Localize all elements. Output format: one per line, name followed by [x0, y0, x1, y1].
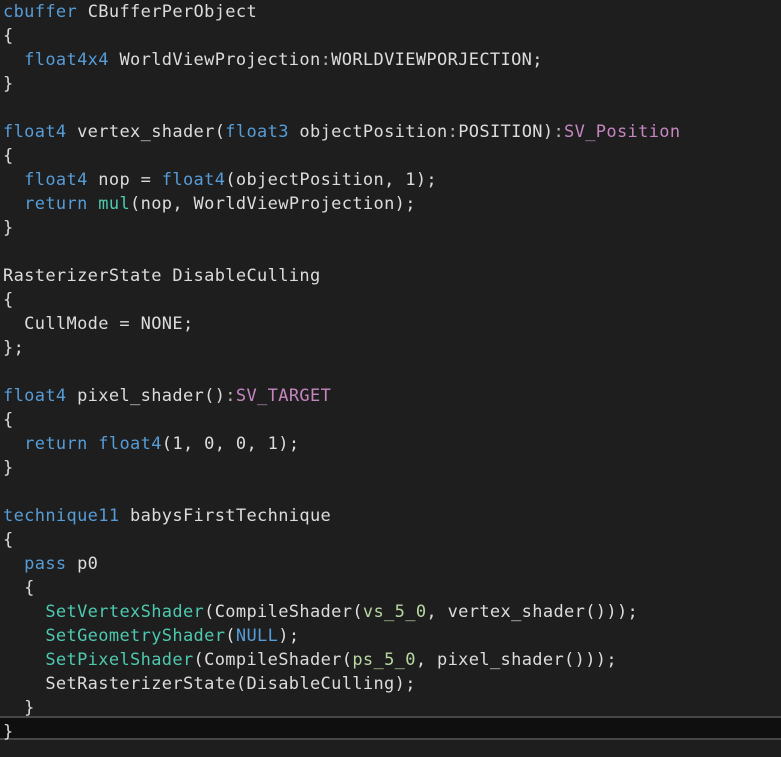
code-line[interactable]: { — [3, 528, 14, 552]
code-token: } — [3, 458, 14, 478]
code-line[interactable]: { — [3, 144, 14, 168]
code-line[interactable]: { — [3, 288, 14, 312]
code-line[interactable]: } — [3, 456, 14, 480]
code-token: }; — [3, 338, 25, 358]
code-token: float4 — [161, 170, 226, 190]
code-token: SetVertexShader — [45, 602, 205, 622]
code-editor[interactable]: cbuffer CBufferPerObject{ float4x4 World… — [0, 0, 781, 757]
code-token: , pixel_shader())); — [415, 650, 617, 670]
code-line[interactable]: float4 pixel_shader():SV_TARGET — [3, 384, 331, 408]
code-token: pass — [24, 554, 67, 574]
code-line[interactable]: SetGeometryShader(NULL); — [3, 624, 299, 648]
code-token: mul — [98, 194, 131, 214]
code-token: SV_TARGET — [235, 386, 332, 406]
code-line[interactable]: technique11 babysFirstTechnique — [3, 504, 331, 528]
code-line[interactable]: }; — [3, 336, 24, 360]
code-token: { — [3, 26, 14, 46]
code-token: objectPosition — [288, 122, 448, 142]
code-token: } — [3, 218, 14, 238]
code-token: float4 — [98, 434, 162, 454]
code-token: technique11 — [3, 506, 120, 526]
code-line[interactable]: SetRasterizerState(DisableCulling); — [3, 672, 416, 696]
code-token: float3 — [225, 122, 289, 142]
code-line[interactable]: RasterizerState DisableCulling — [3, 264, 321, 288]
code-token: (nop, WorldViewProjection); — [130, 194, 416, 214]
current-line-highlight — [0, 716, 781, 740]
code-token: (CompileShader( — [204, 602, 363, 622]
code-token: , vertex_shader())); — [426, 602, 639, 622]
code-token: pixel_shader() — [66, 386, 226, 406]
code-token: : — [553, 122, 565, 142]
code-line[interactable]: { — [3, 576, 35, 600]
code-token: { — [3, 290, 14, 310]
code-line[interactable]: } — [3, 696, 35, 720]
code-token: nop = — [87, 170, 162, 190]
code-token: } — [3, 698, 35, 718]
code-line[interactable]: SetPixelShader(CompileShader(ps_5_0, pix… — [3, 648, 617, 672]
code-token: WORLDVIEWPORJECTION; — [331, 50, 543, 70]
code-line[interactable]: SetVertexShader(CompileShader(vs_5_0, ve… — [3, 600, 638, 624]
code-token: p0 — [66, 554, 99, 574]
code-token: NULL — [235, 626, 279, 646]
code-token: CullMode = NONE; — [3, 314, 194, 334]
code-token: SetGeometryShader — [45, 626, 226, 646]
code-token: (CompileShader( — [193, 650, 353, 670]
code-token: babysFirstTechnique — [119, 506, 332, 526]
code-token: float4 — [3, 122, 67, 142]
code-token: (1, 0, 0, 1); — [161, 434, 300, 454]
code-token: { — [3, 578, 35, 598]
code-token: return — [24, 434, 88, 454]
code-line[interactable]: cbuffer CBufferPerObject — [3, 0, 257, 24]
code-token: WorldViewProjection — [108, 50, 321, 70]
code-token: RasterizerState DisableCulling — [3, 266, 321, 286]
code-line[interactable]: float4 nop = float4(objectPosition, 1); — [3, 168, 437, 192]
code-line[interactable]: return mul(nop, WorldViewProjection); — [3, 192, 416, 216]
code-token: SetPixelShader — [45, 650, 194, 670]
code-token: float4x4 — [24, 50, 109, 70]
code-token: ( — [225, 626, 236, 646]
code-token: CBufferPerObject — [77, 2, 258, 22]
code-token: vs_5_0 — [362, 602, 427, 622]
code-token: return — [24, 194, 88, 214]
code-token: vertex_shader( — [66, 122, 226, 142]
code-line[interactable]: } — [3, 72, 14, 96]
code-line[interactable]: { — [3, 24, 14, 48]
code-token: { — [3, 146, 14, 166]
code-token: SV_Position — [564, 122, 681, 142]
code-token: float4 — [3, 386, 67, 406]
code-token: { — [3, 410, 14, 430]
code-token: } — [3, 74, 14, 94]
code-line[interactable]: CullMode = NONE; — [3, 312, 194, 336]
code-line[interactable]: pass p0 — [3, 552, 98, 576]
code-token: ps_5_0 — [352, 650, 416, 670]
code-line[interactable]: } — [3, 216, 14, 240]
code-token: : — [447, 122, 459, 142]
code-token: POSITION) — [458, 122, 554, 142]
code-line[interactable]: float4x4 WorldViewProjection:WORLDVIEWPO… — [3, 48, 543, 72]
code-token: : — [320, 50, 332, 70]
code-line[interactable]: return float4(1, 0, 0, 1); — [3, 432, 299, 456]
code-token: cbuffer — [3, 2, 78, 22]
code-token: (objectPosition, 1); — [225, 170, 438, 190]
code-token: float4 — [24, 170, 88, 190]
code-token: { — [3, 530, 14, 550]
code-line[interactable]: } — [3, 720, 14, 744]
code-token: : — [225, 386, 236, 406]
code-token: } — [3, 722, 14, 742]
code-token: ); — [278, 626, 300, 646]
code-line[interactable]: float4 vertex_shader(float3 objectPositi… — [3, 120, 680, 144]
code-token: SetRasterizerState(DisableCulling); — [3, 674, 416, 694]
code-line[interactable]: { — [3, 408, 14, 432]
